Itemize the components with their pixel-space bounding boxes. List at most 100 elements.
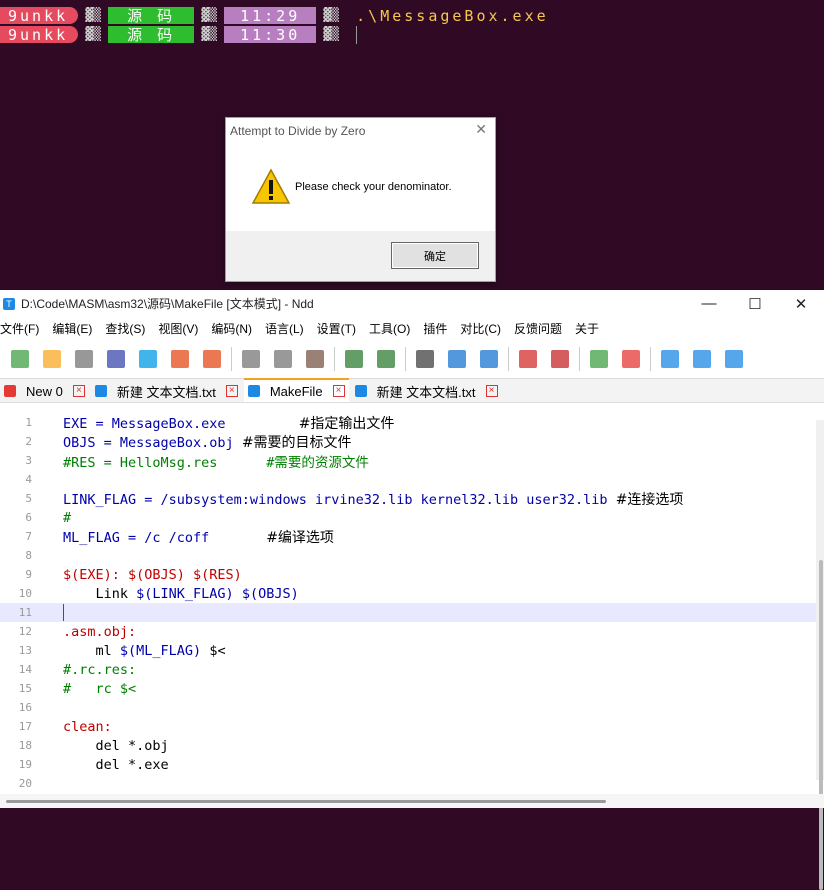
window-title: D:\Code\MASM\asm32\源码\MakeFile [文本模式] - …: [21, 297, 314, 311]
editor-tab[interactable]: MakeFile ×: [243, 378, 349, 402]
line-number: 13: [18, 644, 32, 657]
tab-close-icon[interactable]: ×: [225, 385, 238, 397]
line-number: 9: [25, 568, 32, 581]
code-line[interactable]: 18 del *.obj: [0, 736, 818, 755]
mark-icon[interactable]: [519, 349, 537, 368]
menu-item[interactable]: 编辑(E): [52, 320, 92, 337]
code-line[interactable]: 16: [0, 698, 818, 717]
menu-item[interactable]: 工具(O): [369, 320, 410, 337]
text-cursor: [63, 604, 64, 621]
code-line[interactable]: 12 .asm.obj:: [0, 622, 818, 641]
code-line[interactable]: 20: [0, 774, 818, 793]
clear-mark-icon[interactable]: [551, 349, 569, 368]
editor-tab[interactable]: New 0 ×: [0, 380, 89, 402]
menu-item[interactable]: 插件: [423, 320, 447, 337]
line-number: 12: [18, 625, 32, 638]
wrap-icon[interactable]: [661, 349, 679, 368]
close-file-icon[interactable]: [171, 349, 189, 368]
warning-icon: [251, 168, 291, 204]
dialog-close-icon[interactable]: ✕: [475, 121, 487, 138]
terminal-line: 9unkk ▓▒ 源 码 ▓▒ 11:29 ▓▒ .\MessageBox.exe: [0, 6, 549, 25]
toolbar-separator: [650, 346, 651, 371]
code-line[interactable]: 13 ml $(ML_FLAG) $<: [0, 641, 818, 660]
line-number: 3: [25, 454, 32, 467]
paste-icon[interactable]: [306, 349, 324, 368]
menu-item[interactable]: 文件(F): [0, 320, 39, 337]
code-line[interactable]: 10 Link $(LINK_FLAG) $(OBJS): [0, 584, 818, 603]
minimize-button[interactable]: —: [686, 290, 732, 317]
code-line[interactable]: 3 #RES = HelloMsg.res #需要的资源文件: [0, 451, 818, 471]
code-token: $<: [201, 642, 226, 659]
find-icon[interactable]: [416, 349, 434, 368]
tab-close-icon[interactable]: ×: [332, 385, 345, 397]
code-line[interactable]: 5 LINK_FLAG = /subsystem:windows irvine32…: [0, 489, 818, 508]
tab-close-icon[interactable]: ×: [72, 385, 85, 397]
code-text: #.rc.res:: [63, 662, 136, 678]
menu-item[interactable]: 视图(V): [158, 320, 198, 337]
zoom-in-icon[interactable]: [590, 349, 608, 368]
code-line[interactable]: 7 ML_FLAG = /c /coff #编译选项: [0, 527, 818, 546]
ok-button[interactable]: 确定: [391, 242, 479, 269]
code-text: #: [63, 510, 71, 526]
line-number: 4: [25, 473, 32, 486]
reload-icon[interactable]: [139, 349, 157, 368]
code-line[interactable]: 6 #: [0, 508, 818, 527]
redo-icon[interactable]: [377, 349, 395, 368]
tab-close-icon[interactable]: ×: [485, 385, 498, 397]
zoom-out-icon[interactable]: [622, 349, 640, 368]
code-text: Link $(LINK_FLAG) $(OBJS): [63, 586, 299, 602]
code-line[interactable]: 2 OBJS = MessageBox.obj #需要的目标文件: [0, 432, 818, 451]
indent-guide-icon[interactable]: [725, 349, 743, 368]
menu-item[interactable]: 对比(C): [460, 320, 501, 337]
maximize-button[interactable]: ☐: [732, 290, 778, 317]
undo-icon[interactable]: [345, 349, 363, 368]
editor-tab[interactable]: 新建 文本文档.txt ×: [351, 380, 502, 402]
open-file-icon[interactable]: [43, 349, 61, 368]
cut-icon[interactable]: [242, 349, 260, 368]
code-text: .asm.obj:: [63, 624, 136, 640]
line-number: 16: [18, 701, 32, 714]
app-icon: T: [3, 297, 15, 310]
menu-item[interactable]: 查找(S): [105, 320, 145, 337]
code-line[interactable]: 1 EXE = MessageBox.exe #指定输出文件: [0, 413, 818, 432]
code-token: # rc $<: [63, 680, 137, 697]
vertical-scrollbar[interactable]: [816, 420, 824, 890]
prompt-separator: ▓▒: [323, 8, 339, 23]
close-all-icon[interactable]: [203, 349, 221, 368]
menu-item[interactable]: 关于: [575, 320, 599, 337]
code-line[interactable]: 14 #.rc.res:: [0, 660, 818, 679]
code-editor[interactable]: 1 EXE = MessageBox.exe #指定输出文件 2 OBJS = Mes…: [0, 413, 824, 790]
code-token: Link: [63, 585, 137, 602]
code-line[interactable]: 17 clean:: [0, 717, 818, 736]
close-button[interactable]: ✕: [778, 290, 824, 317]
code-text: del *.exe: [63, 757, 169, 773]
menu-item[interactable]: 编码(N): [211, 320, 252, 337]
show-symbols-icon[interactable]: [693, 349, 711, 368]
vertical-scroll-thumb[interactable]: [819, 560, 823, 890]
horizontal-scrollbar[interactable]: [0, 794, 824, 808]
code-line[interactable]: 15 # rc $<: [0, 679, 818, 698]
code-token: LINK_FLAG = /subsystem:windows irvine32.…: [63, 491, 616, 508]
save-icon[interactable]: [75, 349, 93, 368]
tab-label: MakeFile: [269, 383, 323, 399]
code-line[interactable]: 9 $(EXE): $(OBJS) $(RES): [0, 565, 818, 584]
code-text: LINK_FLAG = /subsystem:windows irvine32.…: [63, 489, 683, 509]
new-file-icon[interactable]: [11, 349, 29, 368]
terminal-line: 9unkk ▓▒ 源 码 ▓▒ 11:30 ▓▒: [0, 25, 358, 44]
bookmark-icon[interactable]: [480, 349, 498, 368]
code-line[interactable]: 4: [0, 470, 818, 489]
code-token: EXE = MessageBox.exe: [63, 415, 299, 432]
code-line[interactable]: 19 del *.exe: [0, 755, 818, 774]
code-line[interactable]: 8: [0, 546, 818, 565]
copy-icon[interactable]: [274, 349, 292, 368]
menu-item[interactable]: 语言(L): [265, 320, 304, 337]
code-line[interactable]: 11: [0, 603, 818, 622]
menu-item[interactable]: 设置(T): [317, 320, 356, 337]
replace-icon[interactable]: [448, 349, 466, 368]
code-token: #RES = HelloMsg.res #需要的资源文件: [63, 454, 369, 471]
menu-item[interactable]: 反馈问题: [514, 320, 562, 337]
save-all-icon[interactable]: [107, 349, 125, 368]
horizontal-scroll-thumb[interactable]: [6, 800, 606, 803]
editor-tab[interactable]: 新建 文本文档.txt ×: [91, 380, 242, 402]
line-number: 8: [25, 549, 32, 562]
